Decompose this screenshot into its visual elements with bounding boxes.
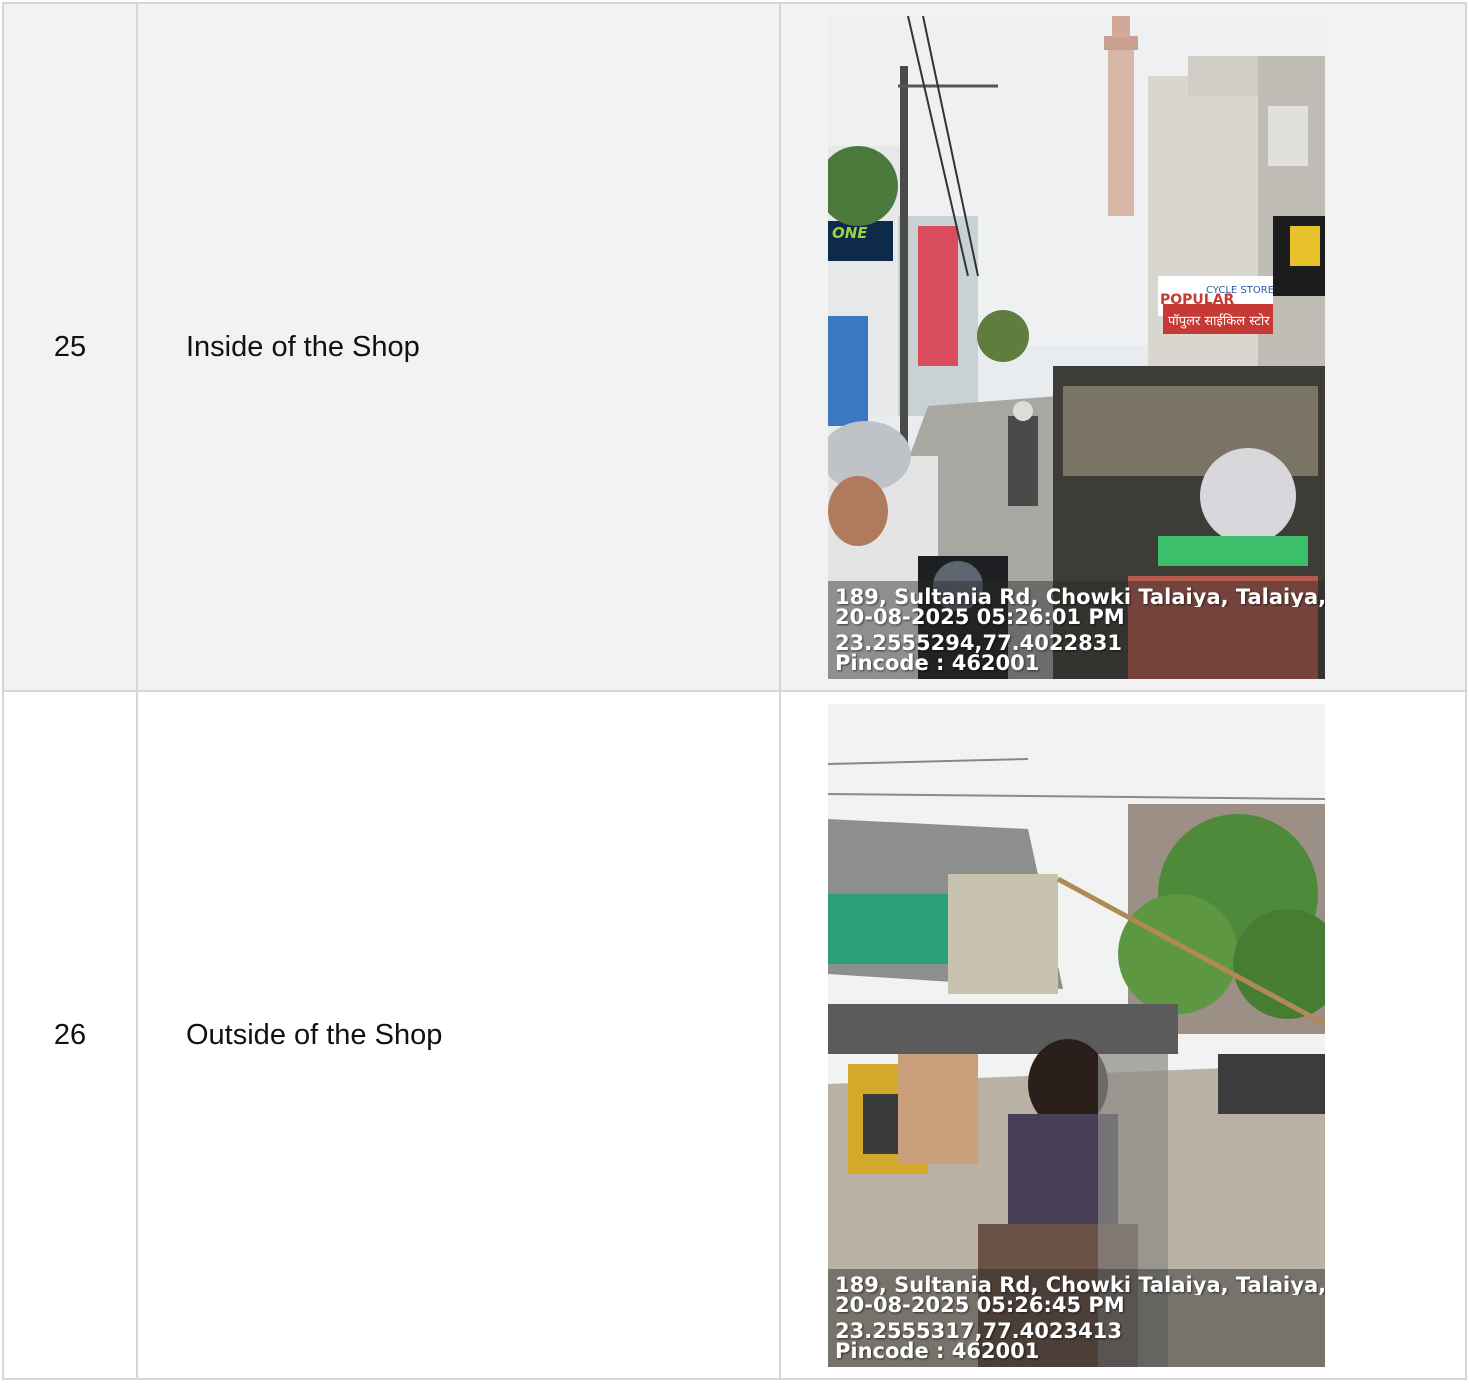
- geotag-address: 189, Sultania Rd, Chowki Talaiya, Talaiy…: [835, 586, 1325, 607]
- geotag-overlay: 189, Sultania Rd, Chowki Talaiya, Talaiy…: [828, 1268, 1325, 1367]
- geotag-coords: 23.2555317,77.4023413: [835, 1320, 1122, 1341]
- sign-cycle-store: CYCLE STORE: [1206, 285, 1274, 296]
- sign-one: ONE: [832, 224, 868, 242]
- sign-hindi: पॉपुलर साईकिल स्टोर: [1168, 313, 1270, 329]
- geotag-datetime: 20-08-2025 05:26:45 PM: [835, 1294, 1125, 1315]
- row-number: 26: [2, 690, 138, 1380]
- geotag-overlay: 189, Sultania Rd, Chowki Talaiya, Talaiy…: [828, 580, 1325, 679]
- street-photo-inside[interactable]: ONE POPULAR CYCLE STORE पॉपुलर साईकिल स्…: [828, 15, 1325, 679]
- geotag-pincode: Pincode : 462001: [835, 1340, 1040, 1361]
- table-row: 26 Outside of the Shop 189, Sultania Rd,…: [2, 690, 1467, 1380]
- street-photo-outside[interactable]: 189, Sultania Rd, Chowki Talaiya, Talaiy…: [828, 703, 1325, 1367]
- street-scene-image: ONE POPULAR CYCLE STORE पॉपुलर साईकिल स्…: [828, 15, 1325, 679]
- row-description: Outside of the Shop: [136, 690, 781, 1380]
- row-description: Inside of the Shop: [136, 2, 781, 692]
- geotag-coords: 23.2555294,77.4022831: [835, 632, 1122, 653]
- photo-report-table: 25 Inside of the Shop ONE POPULAR CYCLE …: [2, 2, 1467, 1380]
- market-scene-image: [828, 703, 1325, 1367]
- photo-cell: ONE POPULAR CYCLE STORE पॉपुलर साईकिल स्…: [779, 2, 1467, 692]
- row-number: 25: [2, 2, 138, 692]
- table-row: 25 Inside of the Shop ONE POPULAR CYCLE …: [2, 2, 1467, 692]
- photo-cell: 189, Sultania Rd, Chowki Talaiya, Talaiy…: [779, 690, 1467, 1380]
- geotag-datetime: 20-08-2025 05:26:01 PM: [835, 606, 1125, 627]
- geotag-address: 189, Sultania Rd, Chowki Talaiya, Talaiy…: [835, 1274, 1325, 1295]
- geotag-pincode: Pincode : 462001: [835, 652, 1040, 673]
